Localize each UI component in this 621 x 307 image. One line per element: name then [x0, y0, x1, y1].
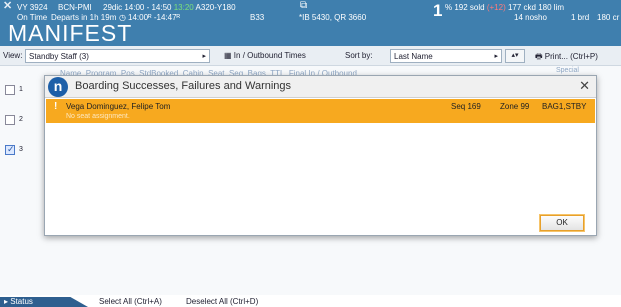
flight-schedule: 29dic 14:00 - 14:50 13:20 A320-Y180 [103, 3, 236, 13]
app-title: MANIFEST [8, 20, 133, 46]
sort-select-value: Last Name [394, 52, 433, 61]
row-number-2: 2 [19, 116, 23, 123]
view-select[interactable]: Standby Staff (3) ▸ [25, 49, 210, 63]
calendar-icon: ▦ [224, 51, 232, 60]
status-bar: ▸ Status Select All (Ctrl+A) Deselect Al… [0, 295, 621, 307]
sequence-number: Seq 169 [451, 102, 481, 111]
status-tab-label: Status [10, 297, 33, 306]
special-header: Special [556, 67, 579, 74]
capacity: 180 lim [538, 3, 565, 12]
zone: Zone 99 [500, 102, 530, 111]
print-button[interactable]: 🖶 Print... (Ctrl+P) [535, 51, 598, 65]
schedule-text: 29dic 14:00 - 14:50 [103, 3, 172, 12]
big-number: 1 [433, 1, 443, 20]
deselect-all-link[interactable]: Deselect All (Ctrl+D) [186, 297, 258, 306]
inout-label: In / Outbound Times [233, 51, 306, 60]
sort-select[interactable]: Last Name ▸ [390, 49, 502, 63]
ok-button[interactable]: OK [540, 215, 584, 231]
row-checkbox-2[interactable] [5, 115, 15, 125]
chevron-right-icon: ▸ [202, 53, 206, 60]
sort-label: Sort by: [345, 51, 373, 60]
passenger-name: Vega Dominguez, Felipe Tom [66, 102, 171, 111]
warning-icon: ! [54, 101, 58, 112]
gate: B33 [250, 13, 265, 22]
row-number-1: 1 [19, 86, 23, 93]
aircraft-type: A320-Y180 [195, 3, 236, 12]
warning-row[interactable]: ! Vega Dominguez, Felipe Tom No seat ass… [46, 99, 595, 123]
sort-order-button[interactable]: ▴▾ [505, 49, 525, 63]
sold-summary: % 192 sold (+12) 177 ckd 180 lim [445, 3, 564, 13]
link-icon: ⧉ [300, 0, 308, 11]
view-label: View: [3, 51, 23, 60]
printer-icon: 🖶 [535, 52, 543, 61]
row-checkbox-3[interactable] [5, 144, 15, 155]
clock-times: 14:00ᴿ -14:47ᴿ [128, 13, 181, 22]
flight-number: VY 3924 [17, 3, 48, 12]
flight-route: BCN-PMI [58, 3, 92, 12]
boarding-results-dialog: n Boarding Successes, Failures and Warni… [44, 75, 597, 236]
sold-delta: (+12) [486, 3, 506, 12]
codeshare: *IB 5430, QR 3660 [299, 13, 367, 22]
flight-header: ✕ VY 3924 BCN-PMI 29dic 14:00 - 14:50 13… [0, 0, 621, 46]
inout-times-button[interactable]: ▦ In / Outbound Times [224, 51, 306, 60]
row-checkbox-1[interactable] [5, 85, 15, 95]
warning-note: No seat assignment. [66, 113, 130, 120]
bag-status: BAG1,STBY [542, 102, 587, 111]
print-label: Print... (Ctrl+P) [544, 52, 598, 61]
chevron-right-icon: ▸ [494, 53, 498, 60]
boarded-count: 1 brd [571, 13, 590, 22]
pct-sold: % 192 sold [445, 3, 485, 12]
view-select-value: Standby Staff (3) [29, 52, 89, 61]
dialog-title: Boarding Successes, Failures and Warning… [75, 80, 292, 92]
capacity-2: 180 cr [597, 13, 620, 22]
status-tab[interactable]: ▸ Status [0, 297, 88, 307]
toolbar: View: Standby Staff (3) ▸ ▦ In / Outboun… [0, 46, 621, 66]
row-number-3: 3 [19, 146, 23, 153]
select-all-link[interactable]: Select All (Ctrl+A) [99, 297, 162, 306]
dialog-header: n Boarding Successes, Failures and Warni… [45, 76, 596, 98]
app-logo-icon: n [48, 77, 68, 97]
close-icon[interactable]: ✕ [579, 78, 590, 94]
nosho-count: 14 nosho [514, 13, 547, 22]
x-icon[interactable]: ✕ [3, 1, 12, 12]
schedule-actual: 13:20 [173, 3, 194, 12]
checked-count: 177 ckd [507, 3, 536, 12]
